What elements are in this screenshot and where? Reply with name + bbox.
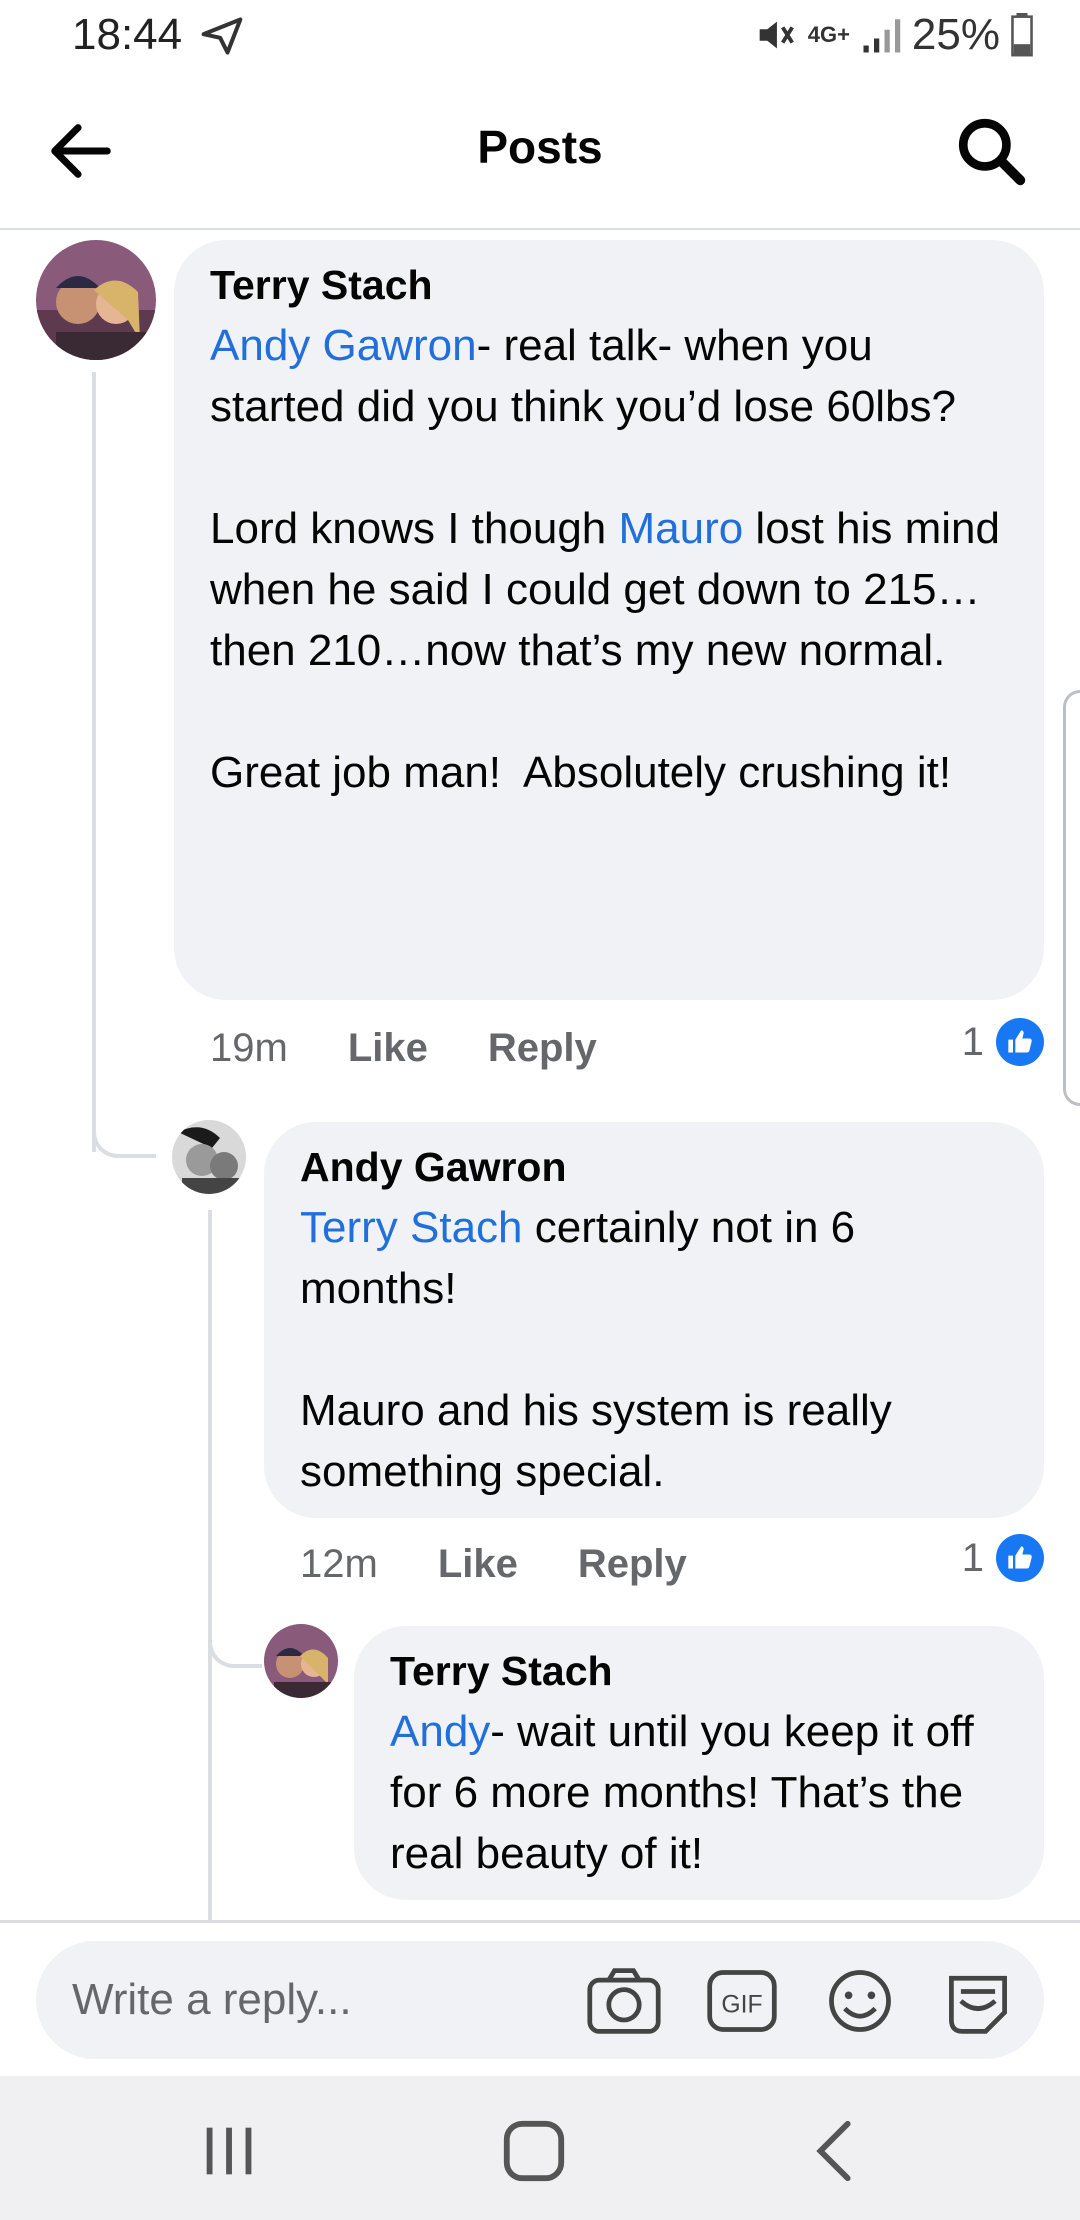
avatar[interactable] [172, 1120, 246, 1194]
back-icon[interactable] [796, 2116, 876, 2186]
system-nav-bar [0, 2076, 1080, 2220]
reply-input[interactable]: Write a reply... GIF [36, 1941, 1044, 2059]
reply-composer-bar: Write a reply... GIF [0, 1920, 1080, 2079]
status-indicators: 4G+ 25% [752, 10, 1034, 60]
reply-placeholder: Write a reply... [72, 1975, 352, 2024]
search-icon[interactable] [954, 114, 1028, 188]
mention-link[interactable]: Mauro [618, 504, 743, 553]
comment-time: 12m [300, 1541, 378, 1586]
thread-line [208, 1210, 212, 1920]
sticker-icon[interactable] [940, 1965, 1016, 2037]
comment-author[interactable]: Terry Stach [210, 262, 1008, 309]
reply-button[interactable]: Reply [578, 1542, 687, 1587]
page-title: Posts [477, 121, 603, 173]
comment-author[interactable]: Andy Gawron [300, 1144, 1008, 1191]
comment-bubble[interactable]: Terry Stach Andy- wait until you keep it… [354, 1626, 1044, 1900]
comment-meta: 19m Like Reply [210, 1018, 597, 1078]
home-icon[interactable] [494, 2116, 574, 2186]
comment-text: Terry Stach certainly not in 6 months! M… [300, 1203, 892, 1496]
thread-line [92, 372, 96, 1152]
avatar[interactable] [264, 1624, 338, 1698]
recents-icon[interactable] [190, 2116, 270, 2186]
status-bar: 18:44 4G+ 25% [0, 0, 1080, 72]
mention-link[interactable]: Andy Gawron [210, 321, 477, 370]
reaction-count[interactable]: 1 [962, 1018, 1044, 1066]
thread-line [92, 1110, 156, 1158]
like-button[interactable]: Like [438, 1542, 518, 1587]
like-icon [996, 1018, 1044, 1066]
comment-bubble[interactable]: Terry Stach Andy Gawron- real talk- when… [174, 240, 1044, 1000]
battery-percent: 25% [911, 10, 1000, 59]
like-icon [996, 1534, 1044, 1582]
comment-meta: 12m Like Reply [300, 1534, 687, 1594]
reply-button[interactable]: Reply [488, 1026, 597, 1071]
gif-icon[interactable]: GIF [704, 1965, 780, 2037]
comment-text: Andy Gawron- real talk- when you started… [210, 321, 1000, 797]
battery-icon [1011, 13, 1033, 57]
signal-icon [863, 19, 901, 53]
status-time: 18:44 [72, 10, 183, 59]
mute-icon [759, 21, 794, 49]
camera-icon[interactable] [586, 1965, 662, 2037]
network-type: 4G+ [807, 22, 850, 47]
svg-text:GIF: GIF [721, 1991, 762, 2018]
mention-link[interactable]: Terry Stach [300, 1203, 523, 1252]
mention-link[interactable]: Andy [390, 1707, 490, 1756]
comment-author[interactable]: Terry Stach [390, 1648, 1008, 1695]
telegram-send-icon [201, 17, 243, 55]
reaction-count[interactable]: 1 [962, 1534, 1044, 1582]
comment-time: 19m [210, 1025, 288, 1070]
comment-text: Andy- wait until you keep it off for 6 m… [390, 1707, 986, 1878]
like-button[interactable]: Like [348, 1026, 428, 1071]
edge-panel-handle[interactable] [1063, 690, 1080, 1106]
avatar[interactable] [36, 240, 156, 360]
app-header: Posts [0, 72, 1080, 230]
comment-bubble[interactable]: Andy Gawron Terry Stach certainly not in… [264, 1122, 1044, 1518]
thread-line [208, 1620, 262, 1668]
emoji-icon[interactable] [822, 1965, 898, 2037]
